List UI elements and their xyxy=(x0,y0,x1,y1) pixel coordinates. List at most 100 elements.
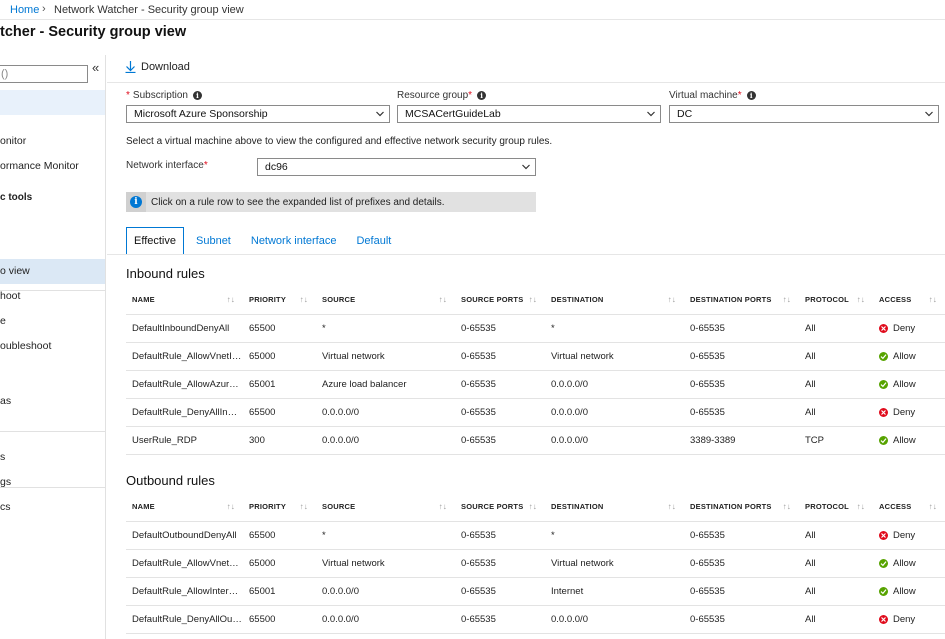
table-row[interactable]: DefaultRule_AllowAzureLoadBalancerInBoun… xyxy=(126,370,945,399)
menu-item[interactable]: s xyxy=(0,445,105,470)
table-cell: 0-65535 xyxy=(455,577,545,606)
column-header[interactable]: PRIORITY ↑↓ xyxy=(243,286,316,315)
virtual-machine-dropdown[interactable]: DC xyxy=(669,105,939,123)
sort-icon[interactable]: ↑↓ xyxy=(529,295,537,304)
column-header[interactable]: DESTINATION PORTS ↑↓ xyxy=(684,493,799,522)
sort-icon[interactable]: ↑↓ xyxy=(857,502,865,511)
tab-subnet[interactable]: Subnet xyxy=(188,227,239,255)
info-banner-text: Click on a rule row to see the expanded … xyxy=(151,196,445,208)
table-cell: All xyxy=(799,314,873,343)
tab-strip: Effective Subnet Network interface Defau… xyxy=(126,227,403,255)
tab-effective[interactable]: Effective xyxy=(126,227,184,255)
sort-icon[interactable]: ↑↓ xyxy=(439,502,447,511)
table-row[interactable]: DefaultRule_DenyAllOutBound655000.0.0.0/… xyxy=(126,605,945,634)
menu-item[interactable]: cs xyxy=(0,495,105,520)
column-header[interactable]: DESTINATION ↑↓ xyxy=(545,286,684,315)
network-interface-dropdown[interactable]: dc96 xyxy=(257,158,536,176)
main-content: Download * Subscription i Microsoft Azure … xyxy=(107,55,945,639)
column-header[interactable]: SOURCE ↑↓ xyxy=(316,286,455,315)
table-cell: Deny xyxy=(873,314,945,343)
column-header[interactable]: ACCESS ↑↓ xyxy=(873,493,945,522)
outbound-rules-title: Outbound rules xyxy=(126,473,215,488)
menu-item[interactable]: as xyxy=(0,389,105,414)
sort-icon[interactable]: ↑↓ xyxy=(929,295,937,304)
menu-item-overview[interactable] xyxy=(0,90,105,115)
sort-icon[interactable]: ↑↓ xyxy=(300,295,308,304)
table-cell: 3389-3389 xyxy=(684,426,799,455)
breadcrumb-chevron-icon: › xyxy=(42,3,46,15)
table-cell: Internet xyxy=(545,577,684,606)
table-row[interactable]: UserRule_RDP 300 0.0.0.0/0 0-65535 0.0.0.0/0… xyxy=(126,426,945,455)
table-cell: 0-65535 xyxy=(684,398,799,427)
table-cell: * xyxy=(545,521,684,550)
sort-icon[interactable]: ↑↓ xyxy=(300,502,308,511)
allow-check-icon xyxy=(879,558,888,568)
table-cell: 0-65535 xyxy=(455,605,545,634)
sort-icon[interactable]: ↑↓ xyxy=(227,502,235,511)
breadcrumb-home-link[interactable]: Home xyxy=(10,4,39,16)
breadcrumb-current: Network Watcher - Security group view xyxy=(54,4,244,16)
menu-item[interactable]: gs xyxy=(0,470,105,495)
sort-icon[interactable]: ↑↓ xyxy=(783,502,791,511)
column-header[interactable]: DESTINATION PORTS ↑↓ xyxy=(684,286,799,315)
sort-icon[interactable]: ↑↓ xyxy=(439,295,447,304)
table-cell: 0-65535 xyxy=(455,549,545,578)
table-row[interactable]: DefaultRule_DenyAllInBound 65500 0.0.0.0/0… xyxy=(126,398,945,427)
table-cell: 0-65535 xyxy=(455,314,545,343)
sort-icon[interactable]: ↑↓ xyxy=(227,295,235,304)
column-header[interactable]: PROTOCOL ↑↓ xyxy=(799,286,873,315)
table-row[interactable]: DefaultRule_AllowVnetInBound65000Virtual… xyxy=(126,342,945,371)
menu-item[interactable]: onitor xyxy=(0,129,105,154)
table-cell: Virtual network xyxy=(316,342,455,371)
table-cell: 65500 xyxy=(243,521,316,550)
sort-icon[interactable]: ↑↓ xyxy=(929,502,937,511)
table-cell: 0-65535 xyxy=(684,314,799,343)
sort-icon[interactable]: ↑↓ xyxy=(668,295,676,304)
column-header[interactable]: ACCESS ↑↓ xyxy=(873,286,945,315)
subscription-label: * Subscription i xyxy=(126,90,202,101)
column-header[interactable]: NAME ↑↓ xyxy=(126,286,243,315)
download-button[interactable]: Download xyxy=(125,61,190,73)
allow-check-icon xyxy=(879,586,888,596)
menu-item[interactable]: o view xyxy=(0,259,105,284)
table-cell: 0.0.0.0/0 xyxy=(545,370,684,399)
menu-item[interactable]: e xyxy=(0,309,105,334)
column-header[interactable]: NAME ↑↓ xyxy=(126,493,243,522)
table-cell: 0.0.0.0/0 xyxy=(316,577,455,606)
table-row[interactable]: DefaultInboundDenyAll 65500 * 0-65535 * 0-655… xyxy=(126,314,945,343)
table-row[interactable]: DefaultRule_AllowVnetOutBound65000 Virtua… xyxy=(126,549,945,578)
collapse-menu-icon[interactable]: « xyxy=(92,60,99,75)
subscription-dropdown[interactable]: Microsoft Azure Sponsorship xyxy=(126,105,390,123)
column-header[interactable]: DESTINATION ↑↓ xyxy=(545,493,684,522)
table-row[interactable]: DefaultRule_AllowInternetOutBound650010.… xyxy=(126,577,945,606)
table-cell: 0-65535 xyxy=(455,370,545,399)
table-header-row: NAME ↑↓ PRIORITY ↑↓ SOURCE ↑↓ SOURCE PORTS ↑↓ DE… xyxy=(126,493,945,522)
outbound-rules-table: NAME ↑↓ PRIORITY ↑↓ SOURCE ↑↓ SOURCE PORTS ↑↓ DE… xyxy=(126,493,945,634)
menu-item[interactable]: ormance Monitor xyxy=(0,154,105,179)
column-header[interactable]: PRIORITY ↑↓ xyxy=(243,493,316,522)
tab-default[interactable]: Default xyxy=(348,227,399,255)
tab-network-interface[interactable]: Network interface xyxy=(243,227,345,255)
table-cell: 0.0.0.0/0 xyxy=(316,605,455,634)
menu-search-input[interactable]: () xyxy=(0,65,88,83)
sort-icon[interactable]: ↑↓ xyxy=(529,502,537,511)
table-cell: 0-65535 xyxy=(684,370,799,399)
menu-item[interactable]: hoot xyxy=(0,284,105,309)
table-row[interactable]: DefaultOutboundDenyAll 65500 * 0-65535 * 0-65… xyxy=(126,521,945,550)
table-cell: DefaultRule_AllowVnetOutBound xyxy=(126,549,243,578)
sort-icon[interactable]: ↑↓ xyxy=(857,295,865,304)
column-header[interactable]: PROTOCOL ↑↓ xyxy=(799,493,873,522)
table-cell: All xyxy=(799,605,873,634)
table-cell: 65000 xyxy=(243,549,316,578)
menu-item[interactable]: oubleshoot xyxy=(0,334,105,359)
column-header[interactable]: SOURCE ↑↓ xyxy=(316,493,455,522)
table-cell: Deny xyxy=(873,398,945,427)
resource-group-dropdown[interactable]: MCSACertGuideLab xyxy=(397,105,661,123)
sort-icon[interactable]: ↑↓ xyxy=(783,295,791,304)
column-header[interactable]: SOURCE PORTS ↑↓ xyxy=(455,286,545,315)
table-cell: Virtual network xyxy=(545,549,684,578)
sort-icon[interactable]: ↑↓ xyxy=(668,502,676,511)
column-header[interactable]: SOURCE PORTS ↑↓ xyxy=(455,493,545,522)
table-cell: 0-65535 xyxy=(684,577,799,606)
deny-x-icon xyxy=(879,323,888,333)
